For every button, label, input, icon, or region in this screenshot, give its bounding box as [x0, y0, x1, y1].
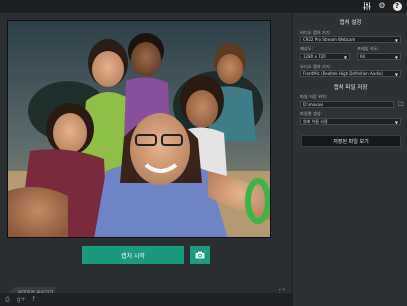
folder-icon[interactable]: 🗀	[396, 101, 406, 108]
snapshot-button[interactable]	[190, 246, 210, 264]
start-capture-button[interactable]: 캡처 시작	[82, 246, 184, 264]
top-bar: ⚙ ?	[0, 0, 407, 13]
resolution-select[interactable]: 1280 x 720 ▼	[300, 53, 350, 60]
settings-panel: 캡처 설정 비디오 캡처 기기: C922 Pro Stream Webcam …	[292, 13, 407, 306]
help-circle: ?	[392, 1, 402, 11]
resolution-label: 해상도:	[300, 46, 313, 51]
audio-device-select[interactable]: FrontMic (Realtek High Definition Audio)…	[300, 70, 401, 77]
chevron-down-icon: ▼	[394, 120, 398, 125]
chevron-down-icon: ▼	[343, 55, 347, 60]
chevron-down-icon: ▼	[394, 55, 398, 60]
view-saved-files-label: 저장된 파일 보기	[333, 138, 369, 145]
video-section-title: 캡처 설정	[339, 20, 362, 26]
gear-icon[interactable]: ⚙	[377, 1, 387, 11]
chevron-down-icon: ▼	[394, 72, 398, 77]
save-path-value: D:\movavi	[303, 102, 324, 107]
resolution-value: 1280 x 720	[303, 54, 326, 59]
chevron-down-icon: ▼	[394, 38, 398, 43]
filename-select[interactable]: 원래 이름 사용 ▼	[300, 118, 401, 125]
google-plus-icon[interactable]: g+	[17, 296, 26, 303]
camera-icon	[195, 251, 205, 259]
filename-value: 원래 이름 사용	[303, 119, 328, 124]
save-path-field[interactable]: D:\movavi	[300, 101, 394, 108]
social-links: ⎙ g+ f	[5, 296, 35, 303]
bottom-bar: ⎙ g+ f	[0, 293, 292, 306]
facebook-icon[interactable]: f	[33, 296, 35, 303]
top-icons: ⚙ ?	[362, 1, 402, 11]
video-device-select[interactable]: C922 Pro Stream Webcam ▼	[300, 36, 401, 43]
framerate-label: 프레임 속도:	[357, 46, 380, 51]
webcam-preview-image	[8, 21, 270, 237]
help-icon[interactable]: ?	[392, 1, 402, 11]
audio-device-value: FrontMic (Realtek High Definition Audio)	[303, 71, 383, 76]
video-device-value: C922 Pro Stream Webcam	[303, 37, 356, 42]
framerate-select[interactable]: 60 ▼	[357, 53, 401, 60]
webcam-preview	[7, 20, 271, 238]
printer-icon[interactable]: ⎙	[5, 296, 10, 303]
save-path-label: 파일 저장 위치:	[300, 94, 328, 99]
capture-area: 캡처 시작 환영화면 돌아가기 ⛶	[0, 13, 292, 298]
view-saved-files-button[interactable]: 저장된 파일 보기	[301, 135, 401, 147]
save-section-title: 캡처 파일 저장	[333, 85, 368, 91]
filename-label: 파일명 생성:	[300, 111, 323, 116]
framerate-value: 60	[360, 54, 366, 59]
sliders-icon[interactable]	[362, 1, 372, 11]
